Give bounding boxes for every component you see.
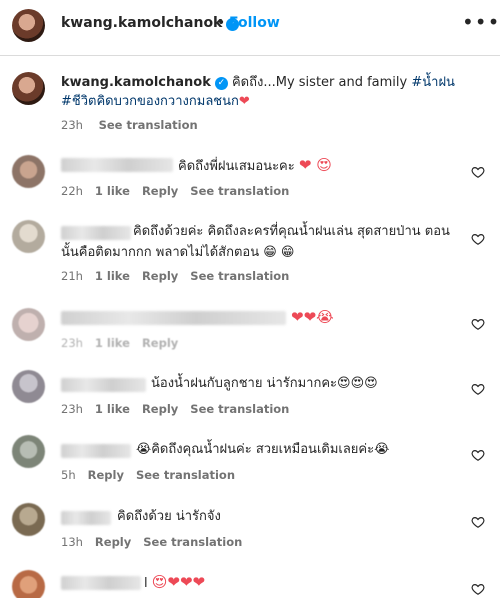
see-translation-link[interactable]: See translation <box>190 269 289 283</box>
commenter-username-blurred[interactable] <box>61 158 173 172</box>
post-caption: kwang.kamolchanok ✓ คิดถึง...My sister an… <box>61 73 481 111</box>
see-translation-link[interactable]: See translation <box>190 184 289 198</box>
caption-username[interactable]: kwang.kamolchanok <box>61 75 211 90</box>
commenter-username-blurred[interactable] <box>61 444 131 458</box>
author-username[interactable]: kwang.kamolchanok ✓ <box>61 15 240 31</box>
commenter-avatar[interactable] <box>12 220 45 253</box>
comment-emoji: 😁 😁 <box>263 245 295 260</box>
comment-meta: 22h 1 like Reply See translation <box>61 184 301 198</box>
heart-icon[interactable] <box>471 448 485 462</box>
commenter-username-blurred[interactable] <box>61 378 146 392</box>
comment-time[interactable]: 23h <box>61 336 83 350</box>
comment-item: น้องน้ำฝนกับลูกชาย น่ารักมากคะ😍😍😍 23h 1 l… <box>0 365 500 420</box>
reply-button[interactable]: Reply <box>142 402 178 416</box>
comment-time[interactable]: 23h <box>61 402 83 416</box>
commenter-avatar[interactable] <box>12 435 45 468</box>
heart-icon[interactable] <box>471 317 485 331</box>
likes-count[interactable]: 1 like <box>95 402 130 416</box>
comment-text: น้องน้ำฝนกับลูกชาย น่ารักมากคะ😍😍😍 <box>151 376 378 391</box>
verified-badge-icon: ✓ <box>214 77 228 90</box>
see-translation-link[interactable]: See translation <box>99 118 198 132</box>
hashtag-link[interactable]: #น้ำฝน <box>411 75 455 90</box>
heart-icon[interactable] <box>471 232 485 246</box>
hashtag-link[interactable]: #ชีวิตคิดบวกของกวางกมลชนก <box>61 94 239 109</box>
reply-button[interactable]: Reply <box>142 269 178 283</box>
comment-item: คิดถึงพี่ฝนเสมอนะคะ ❤ 😍 22h 1 like Reply Se… <box>0 150 500 200</box>
comment-text: คิดถึงด้วยค่ะ คิดถึงละครที่คุณน้ำฝนเล่น … <box>133 224 450 239</box>
commenter-avatar[interactable] <box>12 570 45 598</box>
separator-dot: • <box>217 15 226 31</box>
caption-time[interactable]: 23h <box>61 118 83 132</box>
comment-meta: 13h Reply See translation <box>61 535 254 549</box>
comment-emoji: ❤❤😭 <box>291 308 334 326</box>
reply-button[interactable]: Reply <box>142 184 178 198</box>
comment-emoji: 😭 <box>136 442 152 457</box>
comment-text: 😭คิดถึงคุณน้ำฝนค่ะ สวยเหมือนเดิมเลยค่ะ😭 <box>136 442 390 457</box>
likes-count[interactable]: 1 like <box>95 184 130 198</box>
comment-text-line2: นั้นคือติดมากกก พลาดไม่ได้สักตอน 😁 😁 <box>61 245 295 260</box>
caption-text: คิดถึง...My sister and family <box>231 75 412 90</box>
commenter-avatar[interactable] <box>12 370 45 403</box>
more-options-icon[interactable]: ••• <box>462 10 500 34</box>
comment-text: l 😍❤❤❤ <box>144 573 206 591</box>
comment-emoji: 😭 <box>374 442 390 457</box>
heart-emoji: ❤ <box>238 94 250 109</box>
commenter-avatar[interactable] <box>12 155 45 188</box>
comment-text: ❤❤😭 <box>291 307 334 329</box>
comment-emoji: 😍❤❤❤ <box>151 573 206 591</box>
author-avatar[interactable] <box>12 9 45 42</box>
comment-meta: 21h 1 like Reply See translation <box>61 269 301 283</box>
likes-count[interactable]: 1 like <box>95 269 130 283</box>
heart-icon[interactable] <box>471 165 485 179</box>
caption-author-avatar[interactable] <box>12 72 45 105</box>
comment-time[interactable]: 22h <box>61 184 83 198</box>
comment-emoji: 😍😍😍 <box>337 376 378 391</box>
commenter-username-blurred[interactable] <box>61 311 286 325</box>
comment-item: ❤❤😭 23h 1 like Reply <box>0 300 500 355</box>
heart-icon[interactable] <box>471 382 485 396</box>
see-translation-link[interactable]: See translation <box>143 535 242 549</box>
comment-meta: 23h 1 like Reply <box>61 336 190 350</box>
comment-text: คิดถึงด้วย น่ารักจัง <box>117 509 221 524</box>
see-translation-link[interactable]: See translation <box>190 402 289 416</box>
comment-item: คิดถึงด้วย น่ารักจัง 13h Reply See transla… <box>0 498 500 553</box>
caption-meta: 23h See translation <box>61 118 210 132</box>
commenter-avatar[interactable] <box>12 308 45 341</box>
reply-button[interactable]: Reply <box>88 468 124 482</box>
commenter-username-blurred[interactable] <box>61 576 141 590</box>
comment-emoji: ❤ 😍 <box>298 156 332 174</box>
heart-icon[interactable] <box>471 515 485 529</box>
comment-time[interactable]: 5h <box>61 468 76 482</box>
commenter-avatar[interactable] <box>12 503 45 536</box>
heart-icon[interactable] <box>471 582 485 596</box>
commenter-username-blurred[interactable] <box>61 226 131 240</box>
comment-time[interactable]: 13h <box>61 535 83 549</box>
comment-item: 😭คิดถึงคุณน้ำฝนค่ะ สวยเหมือนเดิมเลยค่ะ😭 … <box>0 432 500 487</box>
post-header: kwang.kamolchanok ✓ • Follow ••• <box>0 0 500 56</box>
comment-meta: 5h Reply See translation <box>61 468 247 482</box>
commenter-username-blurred[interactable] <box>61 511 111 525</box>
reply-button[interactable]: Reply <box>95 535 131 549</box>
comment-time[interactable]: 21h <box>61 269 83 283</box>
comment-item: คิดถึงด้วยค่ะ คิดถึงละครที่คุณน้ำฝนเล่น … <box>0 212 500 287</box>
comment-item: l 😍❤❤❤ <box>0 566 500 598</box>
likes-count[interactable]: 1 like <box>95 336 130 350</box>
reply-button[interactable]: Reply <box>142 336 178 350</box>
follow-button[interactable]: Follow <box>229 15 280 31</box>
comment-text: คิดถึงพี่ฝนเสมอนะคะ ❤ 😍 <box>178 156 332 174</box>
see-translation-link[interactable]: See translation <box>136 468 235 482</box>
comment-meta: 23h 1 like Reply See translation <box>61 402 301 416</box>
